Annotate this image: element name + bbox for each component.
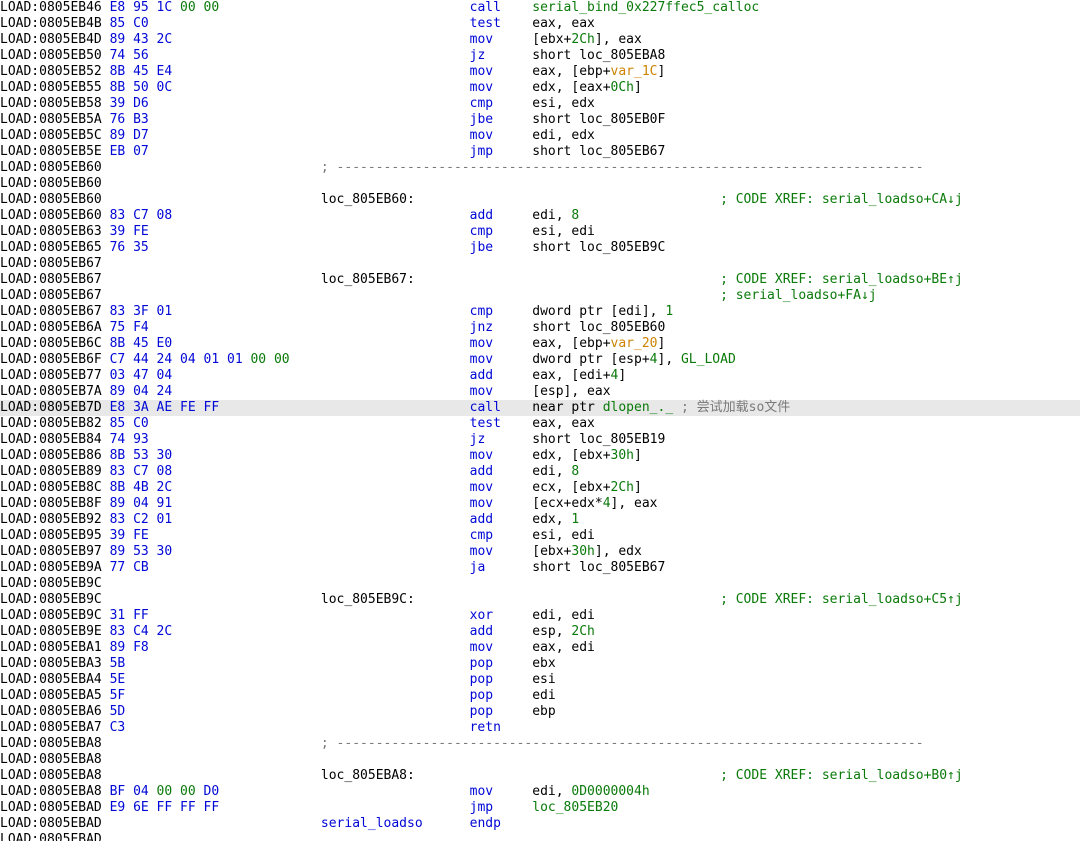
disassembly-line[interactable]: LOAD:0805EB55 8B 50 0C mov edx, [eax+0Ch… xyxy=(0,80,1080,96)
disassembly-line[interactable]: LOAD:0805EB86 8B 53 30 mov edx, [ebx+30h… xyxy=(0,448,1080,464)
disassembly-line[interactable]: LOAD:0805EB6F C7 44 24 04 01 01 00 00 mo… xyxy=(0,352,1080,368)
disassembly-line[interactable]: LOAD:0805EBA4 5E pop esi xyxy=(0,672,1080,688)
disassembly-line[interactable]: LOAD:0805EBAD serial_loadso endp xyxy=(0,816,1080,832)
disassembly-line[interactable]: LOAD:0805EB6A 75 F4 jnz short loc_805EB6… xyxy=(0,320,1080,336)
disassembly-line[interactable]: LOAD:0805EB52 8B 45 E4 mov eax, [ebp+var… xyxy=(0,64,1080,80)
disassembly-line[interactable]: LOAD:0805EB5A 76 B3 jbe short loc_805EB0… xyxy=(0,112,1080,128)
disassembly-line[interactable]: LOAD:0805EB60 loc_805EB60: ; CODE XREF: … xyxy=(0,192,1080,208)
disassembly-line[interactable]: LOAD:0805EB67 83 3F 01 cmp dword ptr [ed… xyxy=(0,304,1080,320)
disassembly-line[interactable]: LOAD:0805EB82 85 C0 test eax, eax xyxy=(0,416,1080,432)
disassembly-line[interactable]: LOAD:0805EB6C 8B 45 E0 mov eax, [ebp+var… xyxy=(0,336,1080,352)
disassembly-line[interactable]: LOAD:0805EBA6 5D pop ebp xyxy=(0,704,1080,720)
disassembly-line[interactable]: LOAD:0805EB92 83 C2 01 add edx, 1 xyxy=(0,512,1080,528)
disassembly-line[interactable]: LOAD:0805EB84 74 93 jz short loc_805EB19 xyxy=(0,432,1080,448)
disassembly-line[interactable]: LOAD:0805EB89 83 C7 08 add edi, 8 xyxy=(0,464,1080,480)
disassembly-line[interactable]: LOAD:0805EB9E 83 C4 2C add esp, 2Ch xyxy=(0,624,1080,640)
disassembly-line[interactable]: LOAD:0805EB67 loc_805EB67: ; CODE XREF: … xyxy=(0,272,1080,288)
disassembly-line[interactable]: LOAD:0805EB4B 85 C0 test eax, eax xyxy=(0,16,1080,32)
disassembly-line[interactable]: LOAD:0805EB7D E8 3A AE FE FF call near p… xyxy=(0,400,1080,416)
disassembly-line[interactable]: LOAD:0805EB46 E8 95 1C 00 00 call serial… xyxy=(0,0,1080,16)
disassembly-line[interactable]: LOAD:0805EBA5 5F pop edi xyxy=(0,688,1080,704)
disassembly-line[interactable]: LOAD:0805EB60 ; ------------------------… xyxy=(0,160,1080,176)
disassembly-line[interactable]: LOAD:0805EB97 89 53 30 mov [ebx+30h], ed… xyxy=(0,544,1080,560)
disassembly-line[interactable]: LOAD:0805EBA3 5B pop ebx xyxy=(0,656,1080,672)
disassembly-line[interactable]: LOAD:0805EB8C 8B 4B 2C mov ecx, [ebx+2Ch… xyxy=(0,480,1080,496)
disassembly-line[interactable]: LOAD:0805EBAD xyxy=(0,832,1080,841)
disassembly-line[interactable]: LOAD:0805EBA8 loc_805EBA8: ; CODE XREF: … xyxy=(0,768,1080,784)
disassembly-line[interactable]: LOAD:0805EB60 83 C7 08 add edi, 8 xyxy=(0,208,1080,224)
disassembly-line[interactable]: LOAD:0805EB95 39 FE cmp esi, edi xyxy=(0,528,1080,544)
disassembly-line[interactable]: LOAD:0805EBA1 89 F8 mov eax, edi xyxy=(0,640,1080,656)
disassembly-line[interactable]: LOAD:0805EBA8 xyxy=(0,752,1080,768)
disassembly-line[interactable]: LOAD:0805EB8F 89 04 91 mov [ecx+edx*4], … xyxy=(0,496,1080,512)
disassembly-line[interactable]: LOAD:0805EBA8 BF 04 00 00 D0 mov edi, 0D… xyxy=(0,784,1080,800)
disassembly-line[interactable]: LOAD:0805EB65 76 35 jbe short loc_805EB9… xyxy=(0,240,1080,256)
disassembly-line[interactable]: LOAD:0805EB5C 89 D7 mov edi, edx xyxy=(0,128,1080,144)
disassembly-line[interactable]: LOAD:0805EB4D 89 43 2C mov [ebx+2Ch], ea… xyxy=(0,32,1080,48)
disassembly-line[interactable]: LOAD:0805EB58 39 D6 cmp esi, edx xyxy=(0,96,1080,112)
disassembly-line[interactable]: LOAD:0805EB9A 77 CB ja short loc_805EB67 xyxy=(0,560,1080,576)
disassembly-line[interactable]: LOAD:0805EB60 xyxy=(0,176,1080,192)
disassembly-line[interactable]: LOAD:0805EBAD E9 6E FF FF FF jmp loc_805… xyxy=(0,800,1080,816)
disassembly-line[interactable]: LOAD:0805EBA8 ; ------------------------… xyxy=(0,736,1080,752)
disassembly-line[interactable]: LOAD:0805EB63 39 FE cmp esi, edi xyxy=(0,224,1080,240)
disassembly-line[interactable]: LOAD:0805EB5E EB 07 jmp short loc_805EB6… xyxy=(0,144,1080,160)
disassembly-line[interactable]: LOAD:0805EB9C loc_805EB9C: ; CODE XREF: … xyxy=(0,592,1080,608)
disassembly-line[interactable]: LOAD:0805EB9C 31 FF xor edi, edi xyxy=(0,608,1080,624)
disassembly-line[interactable]: LOAD:0805EB67 xyxy=(0,256,1080,272)
disassembly-view[interactable]: LOAD:0805EB46 E8 95 1C 00 00 call serial… xyxy=(0,0,1080,841)
disassembly-line[interactable]: LOAD:0805EB7A 89 04 24 mov [esp], eax xyxy=(0,384,1080,400)
disassembly-line[interactable]: LOAD:0805EB77 03 47 04 add eax, [edi+4] xyxy=(0,368,1080,384)
disassembly-line[interactable]: LOAD:0805EB50 74 56 jz short loc_805EBA8 xyxy=(0,48,1080,64)
disassembly-line[interactable]: LOAD:0805EB9C xyxy=(0,576,1080,592)
disassembly-line[interactable]: LOAD:0805EB67 ; serial_loadso+FA↓j xyxy=(0,288,1080,304)
disassembly-line[interactable]: LOAD:0805EBA7 C3 retn xyxy=(0,720,1080,736)
